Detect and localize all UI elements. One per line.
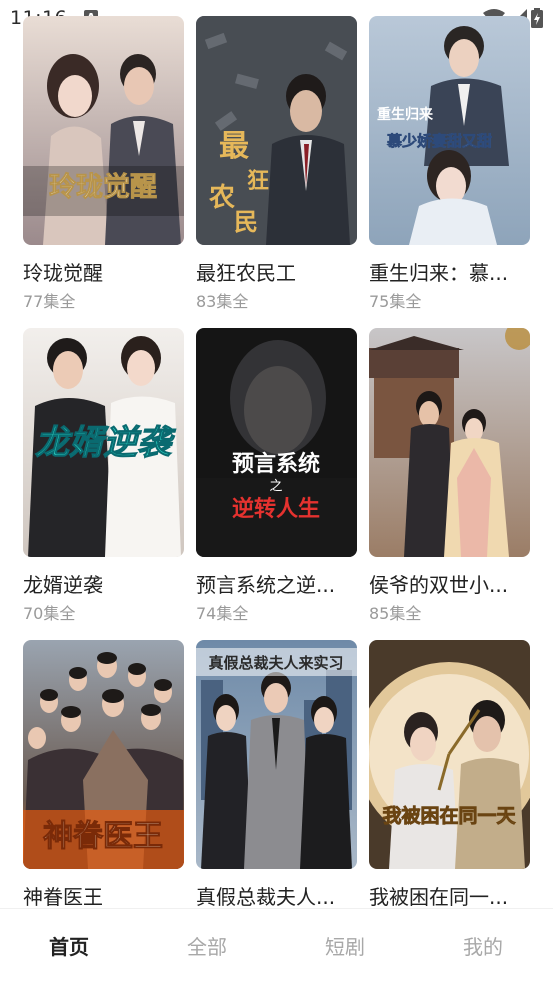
- poster-title-art: 重生归来: [377, 106, 434, 123]
- poster-title-art: 真假总裁夫人来实习: [208, 654, 343, 672]
- drama-poster[interactable]: 真假总裁夫人来实习: [196, 640, 357, 869]
- poster-subtitle-art: 逆转人生: [232, 496, 320, 522]
- poster-title-art: 神眷医王: [43, 819, 163, 854]
- drama-poster[interactable]: [369, 328, 530, 557]
- poster-title-art: 之: [269, 479, 282, 494]
- episode-count: 77集全: [23, 292, 76, 311]
- tab-short-drama[interactable]: 短剧: [295, 931, 395, 960]
- bottom-tab-bar: 首页 全部 短剧 我的: [0, 908, 553, 984]
- drama-title[interactable]: 预言系统之逆...: [196, 569, 357, 598]
- drama-poster[interactable]: 最 狂 农 民: [196, 16, 357, 245]
- episode-count: 83集全: [196, 292, 249, 311]
- drama-poster[interactable]: 龙婿逆袭: [23, 328, 184, 557]
- drama-title[interactable]: 重生归来：慕...: [369, 257, 530, 286]
- drama-title[interactable]: 神眷医王: [23, 881, 184, 910]
- drama-poster[interactable]: 预言系统 之 逆转人生: [196, 328, 357, 557]
- poster-title-art: 狂: [247, 168, 269, 194]
- poster-title-art: 农: [208, 183, 235, 213]
- drama-poster[interactable]: 重生归来 慕少娇妻甜又甜: [369, 16, 530, 245]
- poster-title-art: 最: [219, 129, 249, 164]
- poster-title-art: 玲珑觉醒: [49, 172, 157, 203]
- drama-title[interactable]: 侯爷的双世小...: [369, 569, 530, 598]
- drama-poster[interactable]: 玲珑觉醒: [23, 16, 184, 245]
- drama-title[interactable]: 我被困在同一...: [369, 881, 530, 910]
- drama-poster[interactable]: 我被困在同一天: [369, 640, 530, 869]
- drama-title[interactable]: 玲珑觉醒: [23, 257, 184, 286]
- battery-icon: [531, 8, 543, 28]
- drama-title[interactable]: 真假总裁夫人...: [196, 881, 357, 910]
- poster-title-art: 预言系统: [232, 451, 320, 477]
- poster-title-art: 我被困在同一天: [382, 804, 516, 827]
- episode-count: 75集全: [369, 292, 422, 311]
- poster-subtitle-art: 慕少娇妻甜又甜: [386, 132, 492, 150]
- tab-home[interactable]: 首页: [19, 931, 119, 960]
- poster-title-art: 民: [234, 207, 258, 236]
- drama-title[interactable]: 最狂农民工: [196, 257, 357, 286]
- drama-title[interactable]: 龙婿逆袭: [23, 569, 184, 598]
- episode-count: 70集全: [23, 604, 76, 623]
- tab-mine[interactable]: 我的: [433, 931, 533, 960]
- episode-count: 74集全: [196, 604, 249, 623]
- tab-all[interactable]: 全部: [157, 931, 257, 960]
- drama-poster[interactable]: 神眷医王: [23, 640, 184, 869]
- episode-count: 85集全: [369, 604, 422, 623]
- poster-title-art: 龙婿逆袭: [35, 423, 176, 463]
